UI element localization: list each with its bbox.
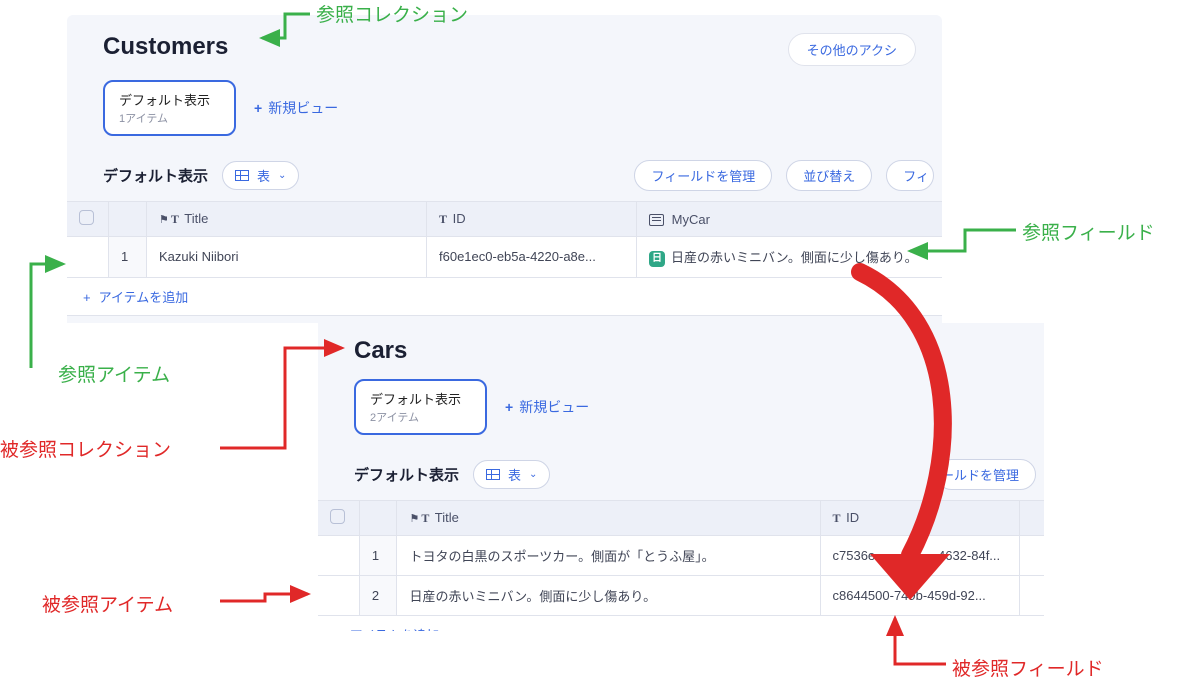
- big-red-arrow: [0, 0, 1200, 685]
